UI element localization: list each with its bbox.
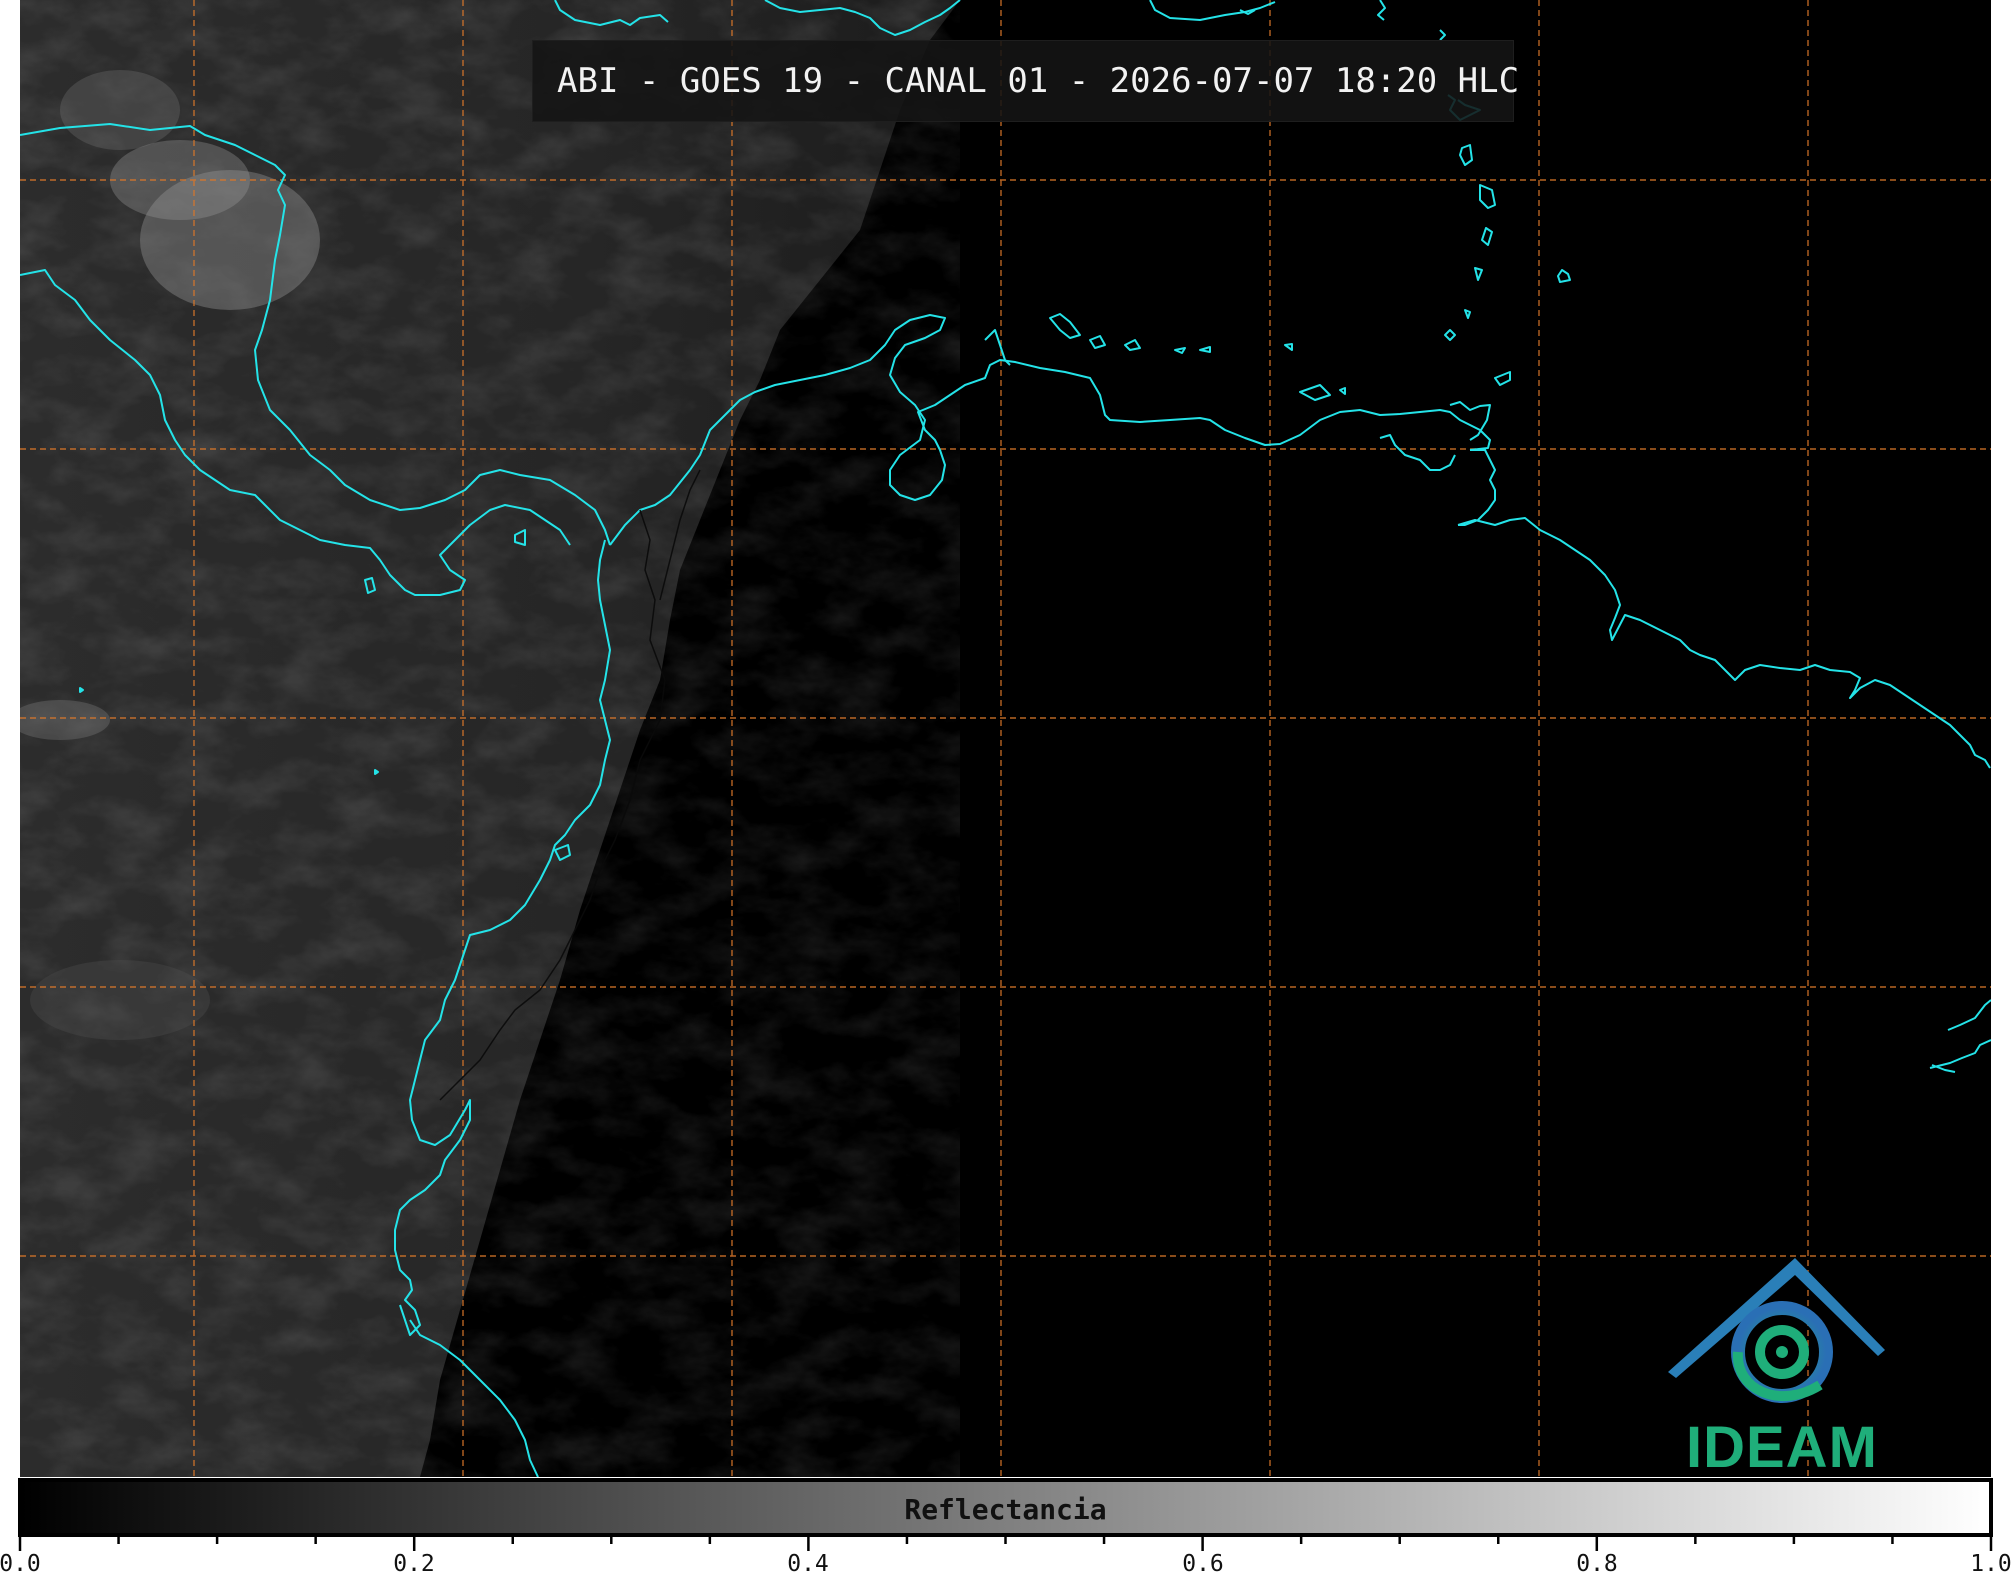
colorbar-tick-label: 0.6 — [1182, 1551, 1224, 1577]
ideam-logo-text: IDEAM — [1686, 1415, 1878, 1480]
colorbar-tick-label: 0.4 — [787, 1551, 829, 1577]
colorbar-ticks — [18, 1535, 1993, 1551]
colorbar-tick-label: 0.2 — [393, 1551, 435, 1577]
colorbar-tick-label: 0.0 — [0, 1551, 41, 1577]
colorbar-tick-label: 1.0 — [1970, 1551, 2011, 1577]
title-box: ABI - GOES 19 - CANAL 01 - 2026-07-07 18… — [532, 40, 1519, 122]
colorbar-tick-label: 0.8 — [1576, 1551, 1618, 1577]
colorbar-label: Reflectancia — [904, 1493, 1107, 1526]
satellite-map — [18, 0, 1993, 1551]
map-title: ABI - GOES 19 - CANAL 01 - 2026-07-07 18… — [557, 61, 1520, 101]
